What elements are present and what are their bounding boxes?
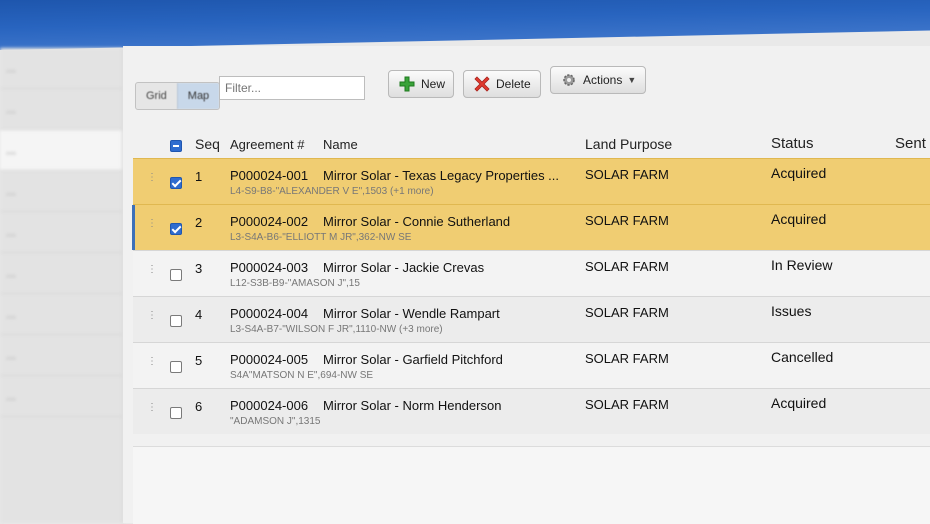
row-name[interactable]: Mirror Solar - Connie Sutherland — [323, 214, 510, 229]
row-agreement[interactable]: P000024-001 — [230, 168, 308, 183]
table-row[interactable]: ⋮ 6 P000024-006 Mirror Solar - Norm Hend… — [133, 388, 930, 434]
drag-handle-icon[interactable]: ⋮ — [147, 265, 157, 275]
table-row[interactable]: ⋮ 1 P000024-001 Mirror Solar - Texas Leg… — [133, 158, 930, 204]
table-row[interactable]: ⋮ 2 P000024-002 Mirror Solar - Connie Su… — [132, 204, 930, 250]
plus-icon — [399, 76, 415, 92]
row-name[interactable]: Mirror Solar - Norm Henderson — [323, 398, 501, 413]
row-focus-indicator — [132, 205, 135, 250]
row-checkbox[interactable] — [170, 361, 182, 373]
row-checkbox[interactable] — [170, 177, 182, 189]
gear-icon — [561, 72, 577, 88]
actions-button-label: Actions — [583, 73, 623, 87]
row-seq: 5 — [195, 353, 203, 368]
drag-handle-icon[interactable]: ⋮ — [147, 357, 157, 367]
row-status: Acquired — [771, 165, 827, 181]
row-status: Cancelled — [771, 349, 834, 365]
sidebar-item[interactable]: ... — [0, 253, 122, 294]
sidebar-item[interactable]: ... — [0, 212, 122, 253]
row-subtext: L4-S9-B8-"ALEXANDER V E",1503 (+1 more) — [230, 186, 434, 197]
table-header: Seq Agreement # Name Land Purpose Status… — [133, 124, 930, 158]
row-checkbox[interactable] — [170, 407, 182, 419]
delete-x-icon — [474, 76, 490, 92]
row-seq: 3 — [195, 261, 203, 276]
row-land-purpose: SOLAR FARM — [585, 167, 669, 182]
app-header-bar — [0, 0, 930, 50]
new-button-label: New — [421, 77, 446, 91]
sidebar-item[interactable]: ... — [0, 335, 122, 376]
table-row[interactable]: ⋮ 4 P000024-004 Mirror Solar - Wendle Ra… — [133, 296, 930, 342]
agreements-table: Seq Agreement # Name Land Purpose Status… — [132, 124, 930, 434]
row-subtext: "ADAMSON J",1315 — [230, 416, 321, 427]
drag-handle-icon[interactable]: ⋮ — [147, 403, 157, 413]
drag-handle-icon[interactable]: ⋮ — [147, 219, 157, 229]
sidebar-item-active[interactable]: ... — [0, 130, 122, 171]
row-subtext: L3-S4A-B6-"ELLIOTT M JR",362-NW SE — [230, 232, 412, 243]
table-row[interactable]: ⋮ 3 P000024-003 Mirror Solar - Jackie Cr… — [133, 250, 930, 296]
row-status: Acquired — [771, 395, 827, 411]
drag-handle-icon[interactable]: ⋮ — [147, 311, 157, 321]
toolbar: Grid Map New Delete Actions ▼ — [123, 46, 930, 126]
view-map-button[interactable]: Map — [176, 83, 220, 109]
drag-handle-icon[interactable]: ⋮ — [147, 173, 157, 183]
row-seq: 6 — [195, 399, 203, 414]
filter-input[interactable] — [219, 76, 365, 100]
row-subtext: S4A"MATSON N E",694-NW SE — [230, 370, 374, 381]
delete-button-label: Delete — [496, 77, 531, 91]
row-land-purpose: SOLAR FARM — [585, 213, 669, 228]
row-seq: 2 — [195, 215, 203, 230]
delete-button[interactable]: Delete — [463, 70, 541, 98]
new-button[interactable]: New — [388, 70, 454, 98]
row-checkbox[interactable] — [170, 223, 182, 235]
row-checkbox[interactable] — [170, 315, 182, 327]
row-status: Acquired — [771, 211, 827, 227]
header-land-purpose[interactable]: Land Purpose — [585, 136, 672, 152]
header-agreement[interactable]: Agreement # — [230, 137, 304, 152]
row-seq: 4 — [195, 307, 203, 322]
row-agreement[interactable]: P000024-003 — [230, 260, 308, 275]
view-grid-button[interactable]: Grid — [136, 83, 177, 109]
row-status: In Review — [771, 257, 833, 273]
row-land-purpose: SOLAR FARM — [585, 351, 669, 366]
header-sent[interactable]: Sent — [895, 135, 926, 152]
row-agreement[interactable]: P000024-002 — [230, 214, 308, 229]
header-seq[interactable]: Seq — [195, 136, 220, 152]
table-empty-area — [133, 446, 930, 524]
header-name[interactable]: Name — [323, 137, 358, 152]
sidebar-item[interactable]: ... — [0, 171, 122, 212]
row-land-purpose: SOLAR FARM — [585, 259, 669, 274]
chevron-down-icon: ▼ — [627, 75, 637, 85]
row-name[interactable]: Mirror Solar - Jackie Crevas — [323, 260, 484, 275]
row-agreement[interactable]: P000024-005 — [230, 352, 308, 367]
table-row[interactable]: ⋮ 5 P000024-005 Mirror Solar - Garfield … — [133, 342, 930, 388]
row-status: Issues — [771, 303, 812, 319]
select-all-checkbox[interactable] — [170, 140, 182, 152]
main-panel: Grid Map New Delete Actions ▼ Seq — [123, 46, 930, 524]
sidebar-item[interactable]: ... — [0, 294, 122, 335]
row-name[interactable]: Mirror Solar - Wendle Rampart — [323, 306, 500, 321]
row-subtext: L12-S3B-B9-"AMASON J",15 — [230, 278, 360, 289]
row-seq: 1 — [195, 169, 203, 184]
row-land-purpose: SOLAR FARM — [585, 397, 669, 412]
row-name[interactable]: Mirror Solar - Texas Legacy Properties .… — [323, 168, 559, 183]
view-toggle: Grid Map — [135, 82, 221, 110]
sidebar-item[interactable]: ... — [0, 376, 122, 417]
actions-button[interactable]: Actions ▼ — [550, 66, 646, 94]
sidebar: ... ... ... ... ... ... ... ... ... — [0, 48, 123, 523]
row-subtext: L3-S4A-B7-"WILSON F JR",1110-NW (+3 more… — [230, 324, 443, 335]
sidebar-item[interactable]: ... — [0, 48, 122, 89]
header-status[interactable]: Status — [771, 135, 814, 152]
sidebar-item[interactable]: ... — [0, 89, 122, 130]
row-name[interactable]: Mirror Solar - Garfield Pitchford — [323, 352, 503, 367]
row-checkbox[interactable] — [170, 269, 182, 281]
row-land-purpose: SOLAR FARM — [585, 305, 669, 320]
row-agreement[interactable]: P000024-004 — [230, 306, 308, 321]
row-agreement[interactable]: P000024-006 — [230, 398, 308, 413]
